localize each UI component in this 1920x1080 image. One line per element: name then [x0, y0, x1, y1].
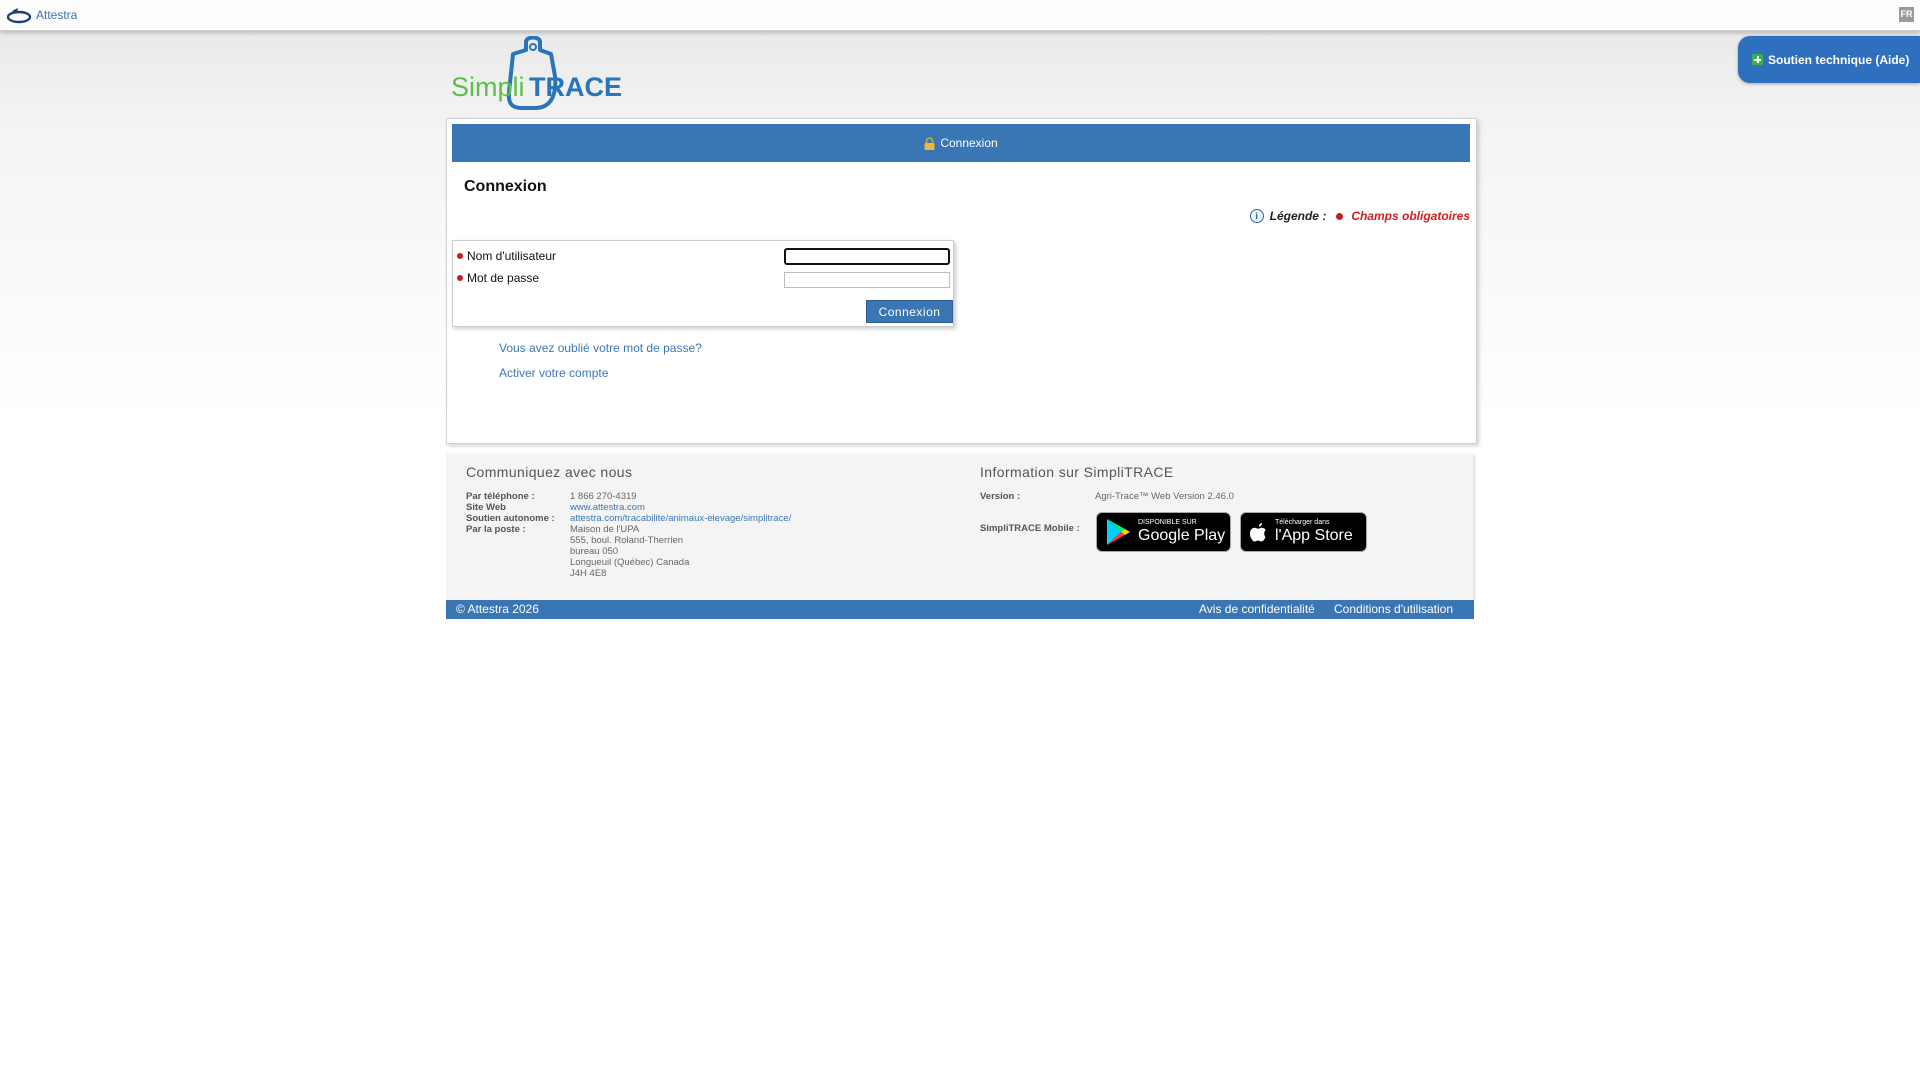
- attestra-logo-icon: [6, 8, 32, 24]
- footer-info: Communiquez avec nous Par téléphone : 1 …: [446, 454, 1473, 600]
- login-panel: Connexion Connexion i Légende : Champs o…: [446, 118, 1477, 444]
- mobile-label: SimpliTRACE Mobile :: [980, 523, 1080, 534]
- support-label: Soutien technique (Aide): [1768, 52, 1910, 67]
- app-store-big: l'App Store: [1275, 527, 1353, 544]
- google-play-icon: [1107, 519, 1130, 545]
- brand-label: Attestra: [36, 8, 78, 22]
- forgot-password-link[interactable]: Vous avez oublié votre mot de passe?: [499, 341, 702, 355]
- activate-account-link[interactable]: Activer votre compte: [499, 366, 608, 380]
- required-dot-icon: [457, 253, 463, 259]
- password-row: Mot de passe: [457, 271, 539, 285]
- panel-header-label: Connexion: [940, 136, 998, 150]
- username-row: Nom d'utilisateur: [457, 249, 556, 263]
- password-input[interactable]: [784, 272, 950, 288]
- lock-icon: [924, 136, 935, 150]
- app-store-badge[interactable]: Télécharger dans l'App Store: [1240, 512, 1367, 552]
- contact-title: Communiquez avec nous: [466, 464, 633, 480]
- username-input[interactable]: [784, 248, 950, 265]
- support-self-label: Soutien autonome :: [466, 513, 555, 524]
- address-line: bureau 050: [570, 546, 619, 557]
- logo-simpli-text: Simpli: [451, 72, 525, 102]
- google-play-small: DISPONIBLE SUR: [1138, 519, 1197, 526]
- legend-label: Légende :: [1269, 209, 1327, 223]
- login-button[interactable]: Connexion: [866, 300, 953, 323]
- required-dot-icon: [457, 275, 463, 281]
- app-store-small: Télécharger dans: [1275, 519, 1330, 526]
- version-value: Agri-Trace™ Web Version 2.46.0: [1095, 491, 1234, 502]
- address-line: J4H 4E8: [570, 568, 607, 579]
- copyright-text: © Attestra 2026: [456, 602, 539, 616]
- plus-icon: [1752, 54, 1763, 65]
- apple-icon: [1250, 523, 1266, 542]
- copyright-bar: © Attestra 2026 Avis de confidentialité …: [446, 600, 1474, 619]
- website-link[interactable]: www.attestra.com: [570, 502, 645, 513]
- page-title: Connexion: [464, 178, 547, 195]
- password-label: Mot de passe: [467, 271, 540, 285]
- phone-label: Par téléphone :: [466, 491, 535, 502]
- login-form: Nom d'utilisateur Mot de passe Connexion: [452, 240, 954, 327]
- logo-trace-text: TRACE: [529, 72, 621, 102]
- address-line: Longueuil (Québec) Canada: [570, 557, 690, 568]
- info-icon: i: [1249, 209, 1264, 223]
- panel-header: Connexion: [452, 124, 1470, 162]
- language-toggle[interactable]: FR: [1899, 7, 1914, 22]
- attestra-home-link[interactable]: Attestra: [6, 6, 77, 24]
- legend: i Légende : Champs obligatoires: [1249, 209, 1470, 223]
- google-play-big: Google Play: [1138, 527, 1226, 544]
- address-line: 555, boul. Roland-Therrien: [570, 535, 684, 546]
- contact-details: Par téléphone : 1 866 270-4319 Site Web …: [466, 491, 846, 581]
- top-bar: Attestra FR: [0, 0, 1920, 31]
- terms-link[interactable]: Conditions d'utilisation: [1334, 602, 1453, 616]
- website-label: Site Web: [466, 502, 506, 513]
- required-dot-icon: [1336, 212, 1344, 220]
- support-self-link[interactable]: attestra.com/tracabilite/animaux-elevage…: [570, 513, 791, 524]
- legend-required-text: Champs obligatoires: [1351, 209, 1470, 223]
- phone-value: 1 866 270-4319: [570, 491, 637, 502]
- info-title: Information sur SimpliTRACE: [980, 464, 1174, 480]
- google-play-badge[interactable]: DISPONIBLE SUR Google Play: [1096, 512, 1231, 552]
- mail-label: Par la poste :: [466, 524, 526, 535]
- simplitrace-logo: Simpli TRACE: [451, 35, 622, 112]
- support-help-button[interactable]: Soutien technique (Aide): [1738, 36, 1920, 83]
- version-label: Version :: [980, 491, 1021, 502]
- username-label: Nom d'utilisateur: [467, 249, 556, 263]
- privacy-link[interactable]: Avis de confidentialité: [1199, 602, 1315, 616]
- address-line: Maison de l'UPA: [570, 524, 640, 535]
